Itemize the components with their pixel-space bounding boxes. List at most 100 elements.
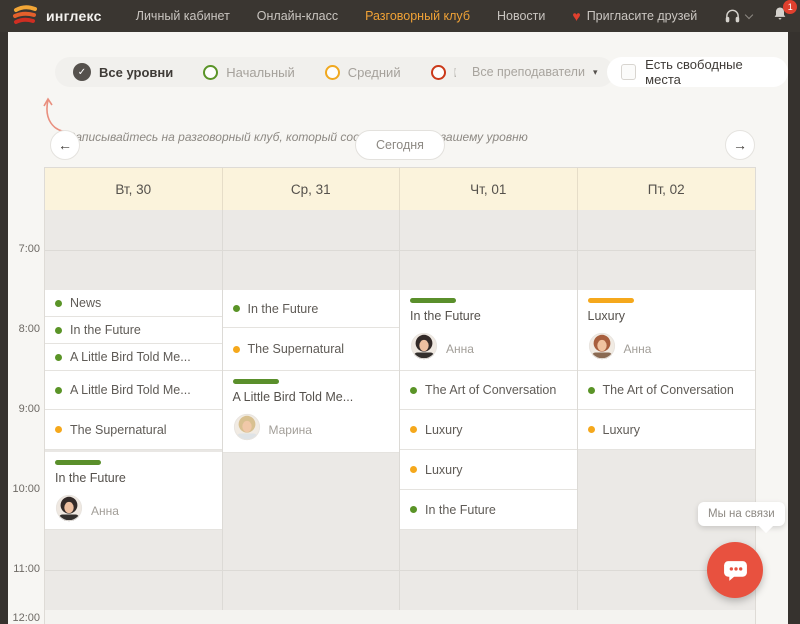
empty-morning-band bbox=[45, 210, 755, 290]
level-dot-icon bbox=[410, 466, 417, 473]
notification-badge: 1 bbox=[783, 0, 797, 14]
teacher-name: Анна bbox=[91, 504, 119, 518]
event-slot[interactable]: In the Future bbox=[400, 490, 577, 530]
inglex-logo-icon bbox=[12, 5, 38, 27]
event-slot[interactable]: Luxury bbox=[578, 410, 756, 450]
teacher-avatar bbox=[410, 332, 438, 365]
prev-week-button[interactable]: ← bbox=[50, 130, 80, 160]
level-filter-intermediate[interactable]: Средний bbox=[325, 65, 401, 80]
time-label: 9:00 bbox=[8, 403, 40, 417]
nav-item-personal-cabinet[interactable]: Личный кабинет bbox=[136, 9, 230, 23]
day-header-wed: Ср, 31 bbox=[223, 168, 401, 210]
hint-arrow-icon bbox=[36, 70, 72, 134]
day-header-tue: Вт, 30 bbox=[45, 168, 223, 210]
event-slot[interactable]: A Little Bird Told Me... bbox=[45, 344, 222, 371]
time-label: 10:00 bbox=[8, 483, 40, 497]
level-bar-icon bbox=[588, 298, 634, 303]
level-filter-all[interactable]: ✓ Все уровни bbox=[73, 63, 173, 81]
teacher-name: Анна bbox=[624, 342, 652, 356]
level-filter-group: ✓ Все уровни Начальный Средний Высокий bbox=[55, 57, 524, 87]
level-dot-icon bbox=[55, 354, 62, 361]
today-button[interactable]: Сегодня bbox=[355, 130, 445, 160]
next-week-button[interactable]: → bbox=[725, 130, 755, 160]
green-ring-icon bbox=[203, 65, 218, 80]
level-bar-icon bbox=[233, 379, 279, 384]
event-slot[interactable]: Luxury bbox=[400, 450, 577, 490]
empty-evening-band bbox=[45, 530, 755, 610]
nav-item-conversation-club[interactable]: Разговорный клуб bbox=[365, 9, 470, 23]
level-dot-icon bbox=[410, 426, 417, 433]
logo-text: инглекс bbox=[46, 8, 102, 24]
event-slot[interactable]: The Art of Conversation bbox=[578, 371, 756, 410]
teacher-avatar bbox=[588, 332, 616, 365]
top-nav: инглекс Личный кабинет Онлайн-класс Разг… bbox=[0, 0, 800, 32]
level-dot-icon bbox=[410, 387, 417, 394]
empty-cell bbox=[45, 210, 223, 290]
level-dot-icon bbox=[588, 426, 595, 433]
level-bar-icon bbox=[55, 460, 101, 465]
schedule-grid: Вт, 30 Ср, 31 Чт, 01 Пт, 02 News In the … bbox=[45, 168, 755, 624]
empty-cell bbox=[400, 530, 578, 610]
teachers-dropdown[interactable]: Все преподаватели ▾ bbox=[455, 57, 614, 87]
events-area: News In the Future A Little Bird Told Me… bbox=[45, 290, 755, 530]
chat-button[interactable] bbox=[707, 542, 763, 598]
yellow-ring-icon bbox=[325, 65, 340, 80]
nav-right-cluster: 1 Алекс bbox=[724, 5, 800, 27]
level-dot-icon bbox=[410, 506, 417, 513]
event-slot[interactable]: A Little Bird Told Me... bbox=[45, 371, 222, 410]
time-label: 11:00 bbox=[8, 563, 40, 577]
event-slot[interactable]: News bbox=[45, 290, 222, 317]
arrow-left-icon: ← bbox=[58, 137, 72, 153]
red-ring-icon bbox=[431, 65, 446, 80]
event-slot[interactable]: In the Future bbox=[223, 290, 400, 328]
level-dot-icon bbox=[588, 387, 595, 394]
teacher-name: Анна bbox=[446, 342, 474, 356]
arrow-right-icon: → bbox=[733, 137, 747, 153]
caret-down-icon: ▾ bbox=[593, 67, 598, 78]
event-card[interactable]: In the Future bbox=[45, 452, 222, 530]
level-filter-beginner[interactable]: Начальный bbox=[203, 65, 294, 80]
level-dot-icon bbox=[55, 426, 62, 433]
teacher-avatar bbox=[55, 494, 83, 527]
level-dot-icon bbox=[55, 387, 62, 394]
level-dot-icon bbox=[233, 346, 240, 353]
day-column-wed: In the Future The Supernatural A Little … bbox=[223, 290, 401, 530]
free-places-filter[interactable]: Есть свободные места bbox=[607, 57, 788, 87]
event-card[interactable]: Luxury bbox=[578, 290, 756, 371]
day-column-tue: News In the Future A Little Bird Told Me… bbox=[45, 290, 223, 530]
event-slot[interactable]: In the Future bbox=[45, 317, 222, 344]
empty-cell bbox=[578, 210, 756, 290]
time-label: 8:00 bbox=[8, 323, 40, 337]
teacher-name: Марина bbox=[269, 423, 312, 437]
notifications-button[interactable]: 1 bbox=[772, 5, 788, 27]
chat-tooltip: Мы на связи bbox=[698, 502, 785, 526]
empty-cell bbox=[45, 530, 223, 610]
hint-text: Записывайтесь на разговорный клуб, котор… bbox=[68, 130, 528, 144]
nav-item-news[interactable]: Новости bbox=[497, 9, 545, 23]
nav-item-online-class[interactable]: Онлайн-класс bbox=[257, 9, 338, 23]
logo[interactable]: инглекс bbox=[12, 5, 102, 27]
event-slot[interactable]: Luxury bbox=[400, 410, 577, 450]
main-content: ✓ Все уровни Начальный Средний Высокий В… bbox=[8, 32, 788, 624]
day-header-fri: Пт, 02 bbox=[578, 168, 756, 210]
event-slot[interactable]: The Supernatural bbox=[223, 328, 400, 371]
event-slot[interactable]: The Art of Conversation bbox=[400, 371, 577, 410]
grid-header-row: Вт, 30 Ср, 31 Чт, 01 Пт, 02 bbox=[45, 168, 755, 210]
support-menu[interactable] bbox=[724, 8, 752, 24]
event-card[interactable]: In the Future bbox=[400, 290, 577, 371]
day-column-thu: In the Future bbox=[400, 290, 578, 530]
time-label: 7:00 bbox=[8, 243, 40, 257]
empty-cell bbox=[223, 453, 400, 530]
empty-cell bbox=[400, 210, 578, 290]
chevron-down-icon bbox=[745, 10, 753, 18]
event-slot[interactable]: The Supernatural bbox=[45, 410, 222, 450]
chat-bubble-icon bbox=[722, 558, 749, 583]
empty-cell bbox=[223, 530, 401, 610]
nav-item-invite-friends[interactable]: ♥ Пригласите друзей bbox=[572, 9, 697, 23]
free-places-checkbox[interactable] bbox=[621, 64, 636, 80]
day-column-fri: Luxury bbox=[578, 290, 756, 530]
event-card[interactable]: A Little Bird Told Me... bbox=[223, 371, 400, 453]
day-header-thu: Чт, 01 bbox=[400, 168, 578, 210]
level-dot-icon bbox=[55, 300, 62, 307]
next-hour-row bbox=[45, 610, 755, 624]
